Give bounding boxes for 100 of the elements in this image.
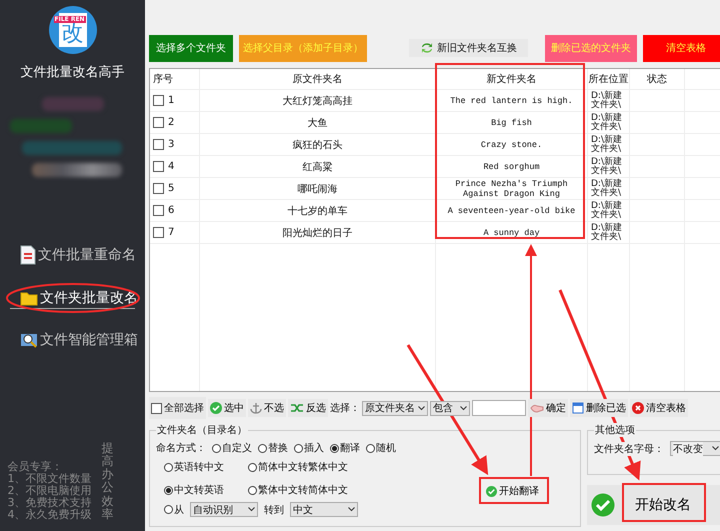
window-icon [572, 402, 584, 414]
folder-icon [20, 290, 38, 306]
row-checkbox[interactable] [153, 117, 164, 128]
slogan: 提高办公效率 [102, 442, 114, 521]
select-button[interactable]: 选中 [208, 399, 246, 417]
document-icon [20, 245, 36, 265]
table-cell: 3 [168, 139, 174, 150]
row-checkbox[interactable] [153, 227, 164, 238]
field-dropdown[interactable]: 原文件夹名 [362, 400, 428, 416]
table-cell: 2 [168, 117, 174, 128]
mode-radio[interactable]: 替换 [258, 441, 288, 455]
confirm-button[interactable]: 确定 [528, 399, 568, 417]
letter-case-dropdown[interactable]: 不改变 [670, 441, 720, 456]
table-cell-text: D:\新建文件夹\ [591, 202, 623, 220]
target-language-dropdown[interactable]: 中文 [290, 502, 358, 517]
filter-label: 选择： [330, 402, 360, 415]
hand-icon [530, 402, 544, 414]
table-cell-text: 十七岁的单车 [288, 204, 348, 218]
table-cell-text: 大鱼 [308, 116, 328, 130]
logo-char: 改 [62, 21, 84, 47]
direction-radio[interactable]: 英语转中文 [164, 460, 248, 474]
caret-icon [460, 406, 467, 410]
promo-line: 1、不限文件数量 [8, 473, 92, 485]
table-cell-text: Prince Nezha's Triumph Against Dragon King [454, 178, 569, 198]
shuffle-icon [290, 402, 304, 414]
table-cell: Red sorghum [483, 162, 540, 172]
group-title: 其他选项 [594, 423, 636, 437]
row-checkbox[interactable] [153, 183, 164, 194]
mode-radio[interactable]: 插入 [294, 441, 324, 455]
table-cell-text: 红高粱 [302, 160, 332, 174]
toolbar-button[interactable]: 选择多个文件夹 [149, 34, 233, 62]
table-cell: 7 [168, 227, 174, 238]
filter-input[interactable] [472, 400, 526, 416]
promo-line: 会员专享： [8, 461, 64, 473]
caret-icon [418, 406, 425, 410]
column-header: 原文件夹名 [200, 69, 436, 89]
promo-line: 2、不限电脑使用 [8, 485, 92, 497]
table-cell-text: D:\新建文件夹\ [591, 136, 623, 154]
row-checkbox[interactable] [153, 161, 164, 172]
table-cell-text: D:\新建文件夹\ [591, 180, 623, 198]
table-cell-text: D:\新建文件夹\ [591, 92, 623, 110]
table-cell-text: D:\新建文件夹\ [591, 114, 623, 132]
column-header: 所在位置 [588, 69, 630, 89]
check-icon [486, 486, 497, 496]
table-cell: 6 [168, 205, 174, 216]
match-dropdown[interactable]: 包含 [430, 400, 470, 416]
table-cell: 1 [168, 95, 174, 106]
table-cell: 4 [168, 161, 174, 172]
direction-radio[interactable]: 中文转英语 [164, 483, 248, 497]
column-header: 新文件夹名 [436, 69, 588, 89]
table-cell: A seventeen-year-old bike [448, 206, 576, 216]
toolbar-button[interactable]: 清空表格 [643, 34, 720, 62]
caret-icon [348, 507, 355, 512]
blurred-banner [42, 97, 104, 111]
sidebar-item[interactable]: 文件批量重命名 [10, 243, 135, 267]
table-cell-text: 大红灯笼高高挂 [282, 94, 352, 108]
promo-line: 4、永久免费升级 [8, 509, 92, 521]
mode-label: 命名方式： [156, 442, 206, 455]
table-cell: A sunny day [483, 228, 540, 238]
select-all-checkbox[interactable]: 全部选择 [149, 397, 206, 419]
row-checkbox[interactable] [153, 205, 164, 216]
custom-radio[interactable]: 从 [164, 502, 184, 516]
invert-button[interactable]: 反选 [288, 399, 328, 417]
row-checkbox[interactable] [153, 139, 164, 150]
caret-icon [712, 446, 719, 451]
column-header: 状态 [630, 69, 685, 89]
big-check-icon [591, 493, 615, 517]
mode-radio[interactable]: 自定义 [212, 441, 252, 455]
table-cell-text: 阳光灿烂的日子 [282, 226, 352, 240]
table-cell-text: 疯狂的石头 [292, 138, 342, 152]
column-header: 序号 [150, 69, 200, 89]
mode-radio[interactable]: 翻译 [330, 441, 360, 455]
sidebar-item[interactable]: 文件智能管理箱 [10, 329, 135, 351]
highlight-frame [479, 477, 549, 504]
table-cell: Big fish [491, 118, 532, 128]
deselect-button[interactable]: 不选 [248, 399, 286, 417]
close-icon [632, 402, 644, 414]
clear-table-button[interactable]: 清空表格 [630, 399, 688, 417]
app-title: 文件批量改名高手 [20, 64, 124, 81]
check-icon [210, 402, 222, 414]
direction-radio[interactable]: 繁体中文转简体中文 [248, 483, 388, 497]
row-checkbox[interactable] [153, 95, 164, 106]
table-cell-text: D:\新建文件夹\ [591, 224, 623, 242]
table-cell: The red lantern is high. [450, 96, 573, 106]
table-cell: Crazy stone. [480, 140, 542, 150]
swap-icon [420, 42, 434, 54]
table-cell-text: 哪吒闹海 [298, 182, 338, 196]
blurred-banner [10, 119, 72, 133]
toolbar-button[interactable]: 新旧文件夹名互换 [409, 39, 528, 57]
mode-radio[interactable]: 随机 [366, 441, 396, 455]
direction-radio[interactable]: 简体中文转繁体中文 [248, 460, 388, 474]
anchor-icon [250, 402, 262, 414]
magnifier-icon [20, 332, 38, 348]
delete-selected-button[interactable]: 删除已选 [570, 399, 628, 417]
promo-line: 3、免费技术支持 [8, 497, 92, 509]
source-language-dropdown[interactable]: 自动识别 [190, 502, 258, 517]
table-cell-text: D:\新建文件夹\ [591, 158, 623, 176]
table-cell: 5 [168, 183, 174, 194]
caret-icon [248, 507, 255, 512]
to-label: 转到 [264, 504, 284, 516]
